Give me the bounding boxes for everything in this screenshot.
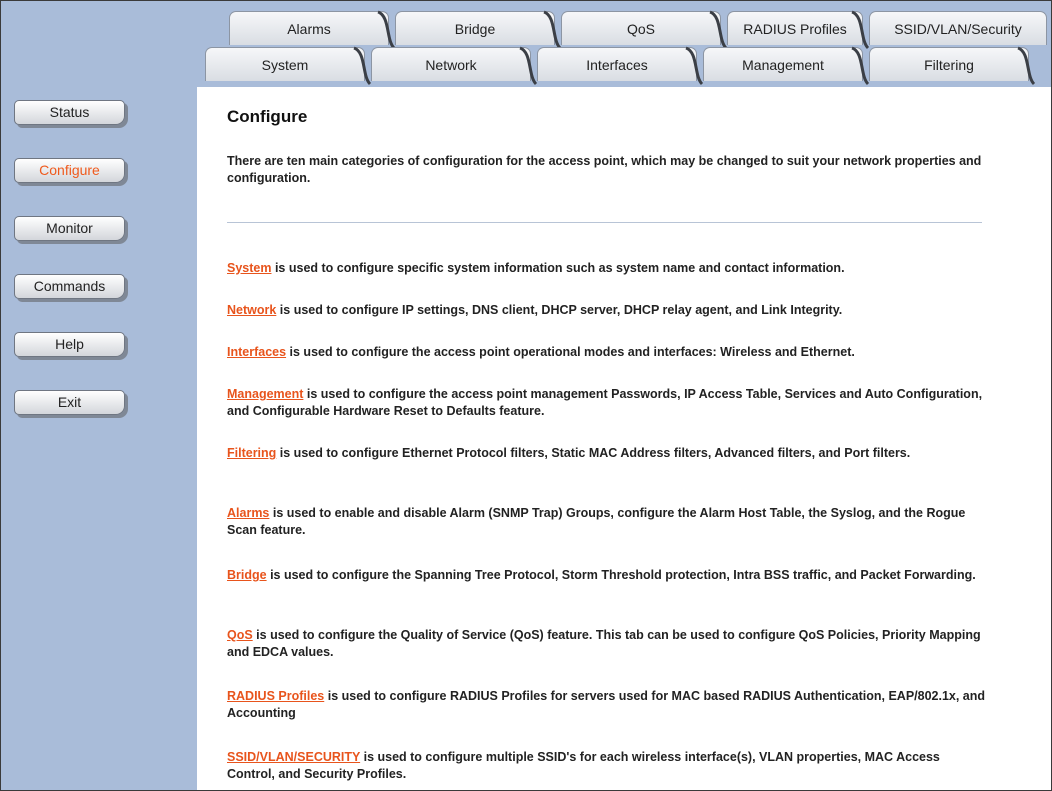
tab-bar: Alarms Bridge QoS RADIUS Profiles SSID/V… bbox=[197, 1, 1051, 87]
tab-bridge[interactable]: Bridge bbox=[395, 10, 562, 50]
management-link[interactable]: Management bbox=[227, 387, 303, 401]
tab-label: QoS bbox=[626, 21, 655, 37]
entry-radius-profiles: RADIUS Profiles is used to configure RAD… bbox=[227, 688, 987, 722]
tab-network[interactable]: Network bbox=[371, 46, 538, 86]
entry-interfaces: Interfaces is used to configure the acce… bbox=[227, 344, 987, 361]
monitor-button[interactable]: Monitor bbox=[14, 216, 125, 241]
tab-alarms[interactable]: Alarms bbox=[229, 10, 396, 50]
tab-label: Interfaces bbox=[586, 57, 648, 73]
entry-description: is used to configure RADIUS Profiles for… bbox=[227, 689, 986, 720]
tab-qos[interactable]: QoS bbox=[561, 10, 728, 50]
tab-curl-icon bbox=[353, 46, 372, 86]
tab-row-bottom: System Network Interfaces Management Fil… bbox=[197, 46, 1051, 86]
entry-filtering: Filtering is used to configure Ethernet … bbox=[227, 445, 987, 462]
tab-label: Alarms bbox=[287, 21, 331, 37]
bridge-link[interactable]: Bridge bbox=[227, 568, 267, 582]
entry-description: is used to configure the Spanning Tree P… bbox=[266, 568, 976, 582]
entry-description: is used to configure the Quality of Serv… bbox=[227, 628, 981, 659]
network-link[interactable]: Network bbox=[227, 303, 276, 317]
radius-profiles-link[interactable]: RADIUS Profiles bbox=[227, 689, 324, 703]
tab-curl-icon bbox=[543, 10, 562, 50]
tab-label: SSID/VLAN/Security bbox=[894, 21, 1022, 37]
interfaces-link[interactable]: Interfaces bbox=[227, 345, 286, 359]
tab-curl-icon bbox=[1017, 46, 1036, 86]
tab-label: RADIUS Profiles bbox=[743, 21, 847, 37]
tab-radius-profiles[interactable]: RADIUS Profiles bbox=[727, 10, 870, 50]
system-link[interactable]: System bbox=[227, 261, 271, 275]
ssid-vlan-security-link[interactable]: SSID/VLAN/SECURITY bbox=[227, 750, 360, 764]
entry-bridge: Bridge is used to configure the Spanning… bbox=[227, 567, 987, 584]
entry-network: Network is used to configure IP settings… bbox=[227, 302, 987, 319]
tab-label: Bridge bbox=[454, 21, 496, 37]
tab-label: Network bbox=[425, 57, 477, 73]
tab-curl-icon bbox=[519, 46, 538, 86]
entry-description: is used to configure IP settings, DNS cl… bbox=[276, 303, 843, 317]
entry-description: is used to configure Ethernet Protocol f… bbox=[276, 446, 911, 460]
entry-description: is used to enable and disable Alarm (SNM… bbox=[227, 506, 966, 537]
intro-text: There are ten main categories of configu… bbox=[227, 154, 982, 185]
app-window: Status Configure Monitor Commands Help E… bbox=[0, 0, 1052, 791]
entry-description: is used to configure the access point op… bbox=[286, 345, 855, 359]
configure-button[interactable]: Configure bbox=[14, 158, 125, 183]
commands-button[interactable]: Commands bbox=[14, 274, 125, 299]
entry-qos: QoS is used to configure the Quality of … bbox=[227, 627, 987, 661]
tab-system[interactable]: System bbox=[205, 46, 372, 86]
tab-curl-icon bbox=[851, 10, 870, 50]
help-button[interactable]: Help bbox=[14, 332, 125, 357]
qos-link[interactable]: QoS bbox=[227, 628, 253, 642]
filtering-link[interactable]: Filtering bbox=[227, 446, 276, 460]
tab-ssid-vlan-security[interactable]: SSID/VLAN/Security bbox=[869, 11, 1047, 45]
tab-label: System bbox=[261, 57, 309, 73]
entry-alarms: Alarms is used to enable and disable Ala… bbox=[227, 505, 987, 539]
tab-curl-icon bbox=[685, 46, 704, 86]
entry-ssid-vlan-security: SSID/VLAN/SECURITY is used to configure … bbox=[227, 749, 987, 783]
tab-management[interactable]: Management bbox=[703, 46, 870, 86]
sidebar: Status Configure Monitor Commands Help E… bbox=[1, 1, 197, 790]
tab-label: Management bbox=[742, 57, 824, 73]
tab-curl-icon bbox=[851, 46, 870, 86]
page-title: Configure bbox=[227, 107, 308, 126]
divider bbox=[227, 222, 982, 223]
entry-management: Management is used to configure the acce… bbox=[227, 386, 987, 420]
tab-curl-icon bbox=[377, 10, 396, 50]
tab-filtering[interactable]: Filtering bbox=[869, 46, 1036, 86]
tab-row-top: Alarms Bridge QoS RADIUS Profiles SSID/V… bbox=[197, 10, 1051, 50]
main-content: Configure There are ten main categories … bbox=[197, 87, 1051, 790]
entry-description: is used to configure specific system inf… bbox=[271, 261, 845, 275]
entry-system: System is used to configure specific sys… bbox=[227, 260, 987, 277]
exit-button[interactable]: Exit bbox=[14, 390, 125, 415]
tab-curl-icon bbox=[709, 10, 728, 50]
status-button[interactable]: Status bbox=[14, 100, 125, 125]
alarms-link[interactable]: Alarms bbox=[227, 506, 269, 520]
entry-description: is used to configure the access point ma… bbox=[227, 387, 983, 418]
tab-label: Filtering bbox=[924, 57, 974, 73]
tab-interfaces[interactable]: Interfaces bbox=[537, 46, 704, 86]
